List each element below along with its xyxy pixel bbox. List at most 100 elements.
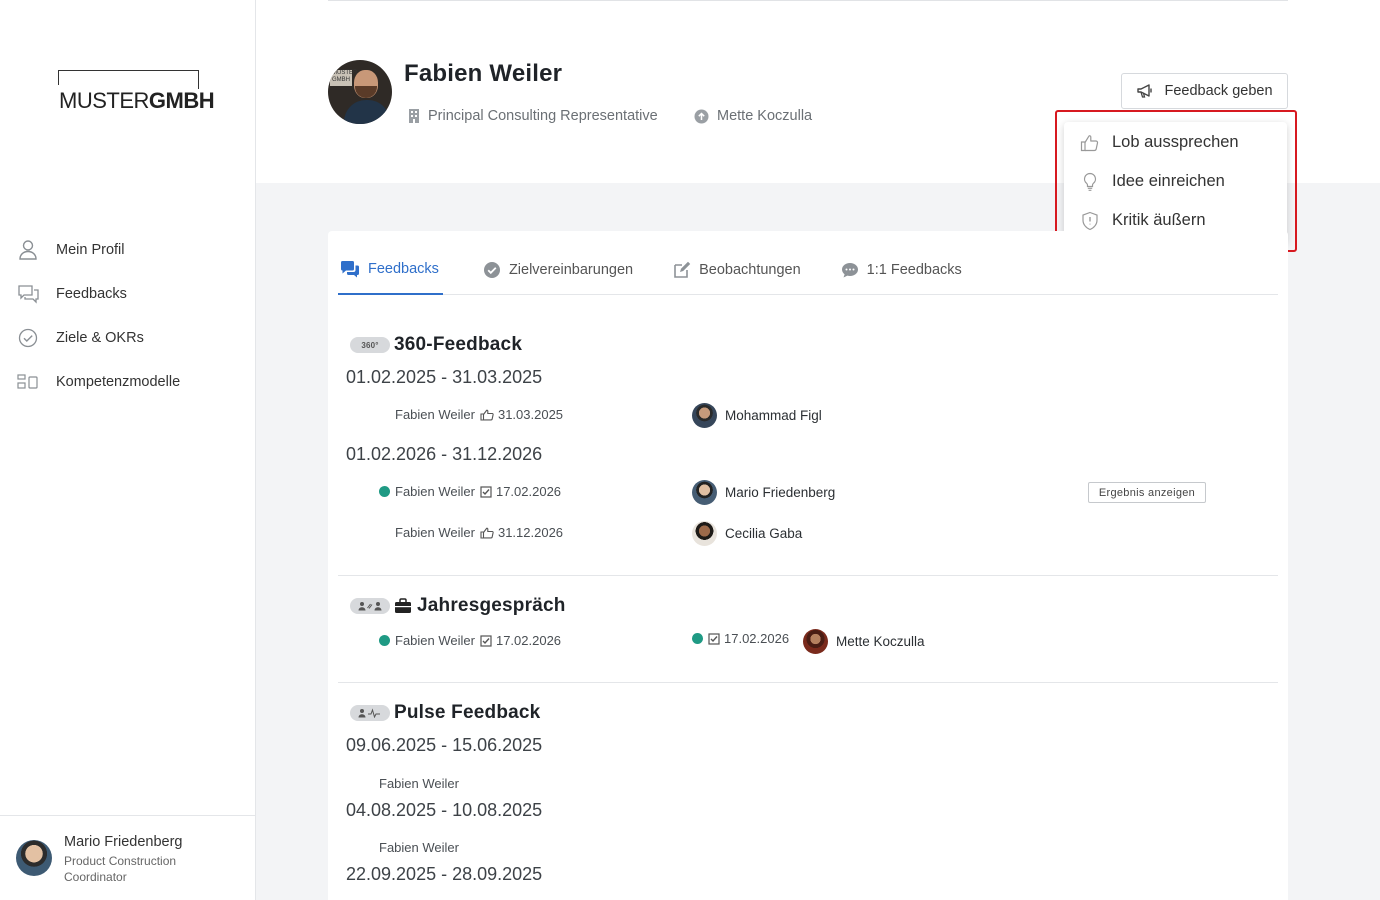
avatar <box>692 480 717 505</box>
reviewer[interactable]: Mette Koczulla <box>803 629 925 654</box>
tab-zielvereinbarungen[interactable]: Zielvereinbarungen <box>483 245 633 295</box>
entry-date: 17.02.2026 <box>495 633 562 648</box>
status-done-dot <box>379 486 390 497</box>
page-title: Fabien Weiler <box>404 60 563 87</box>
section-title-text: Jahresgespräch <box>417 595 566 616</box>
reviewer-name: Cecilia Gaba <box>725 526 803 541</box>
people-exchange-icon <box>350 598 390 614</box>
manager-label: Mette Koczulla <box>717 108 813 124</box>
sidebar-item-label: Kompetenzmodelle <box>56 374 181 390</box>
check-circle-icon <box>483 261 501 279</box>
status-done-dot <box>379 635 390 646</box>
tab-bar: Feedbacks Zielvereinbarungen Beobachtung… <box>338 245 1278 295</box>
ergebnis-anzeigen-button[interactable]: Ergebnis anzeigen <box>1088 482 1206 503</box>
position-info: Principal Consulting Representative <box>408 108 658 124</box>
section-title-text: Pulse Feedback <box>394 702 541 723</box>
entry-date: 31.12.2026 <box>497 525 564 540</box>
reviewer-name: Mario Friedenberg <box>725 485 836 500</box>
sidebar-item-label: Feedbacks <box>56 286 127 302</box>
entry-date: 17.02.2026 <box>495 484 562 499</box>
tab-beobachtungen[interactable]: Beobachtungen <box>673 245 801 295</box>
period-range: 01.02.2025 - 31.03.2025 <box>346 367 543 387</box>
sidebar-nav: Mein Profil Feedbacks Ziele & OKRs Kompe… <box>0 228 256 404</box>
tab-1-1-feedbacks[interactable]: 1:1 Feedbacks <box>841 245 962 295</box>
section-jahresgespraech: Jahresgespräch Fabien Weiler 17.02.2026 … <box>338 575 1278 682</box>
comment-dots-icon <box>841 261 859 279</box>
avatar <box>803 629 828 654</box>
section-title: Pulse Feedback <box>350 702 540 724</box>
feedback-card: Feedbacks Zielvereinbarungen Beobachtung… <box>328 231 1288 900</box>
section-title: 360° 360-Feedback <box>350 334 522 356</box>
subject-name: Fabien Weiler <box>395 633 475 648</box>
user-icon <box>17 239 39 261</box>
feedback-geben-button[interactable]: Feedback geben <box>1121 73 1288 109</box>
sidebar-item-ziele-okrs[interactable]: Ziele & OKRs <box>0 316 256 360</box>
current-user-name: Mario Friedenberg <box>64 834 183 850</box>
feedback-geben-label: Feedback geben <box>1164 83 1273 99</box>
entry-date: 17.02.2026 <box>724 631 790 646</box>
current-user-panel[interactable]: Mario Friedenberg Product Construction C… <box>0 815 256 900</box>
section-title-text: 360-Feedback <box>394 334 523 355</box>
chat-bubbles-icon <box>340 260 360 278</box>
sidebar-item-label: Mein Profil <box>56 242 125 258</box>
menu-item-lob-aussprechen[interactable]: Lob aussprechen <box>1064 123 1287 162</box>
360-badge-icon: 360° <box>350 337 390 353</box>
menu-item-label: Idee einreichen <box>1112 172 1225 190</box>
period-range: 04.08.2025 - 10.08.2025 <box>346 800 543 820</box>
checked-box-icon <box>480 485 492 498</box>
checked-box-icon <box>708 632 720 645</box>
logo-bold-text: GMBH <box>148 88 215 113</box>
feedback-entry[interactable]: Fabien Weiler 31.03.2025 <box>379 407 563 422</box>
period-range: 09.06.2025 - 15.06.2025 <box>346 735 543 755</box>
current-user-role: Product Construction Coordinator <box>64 854 177 884</box>
shield-icon <box>1080 211 1102 231</box>
pulse-icon <box>350 705 390 721</box>
briefcase-icon <box>394 598 412 614</box>
sidebar-item-mein-profil[interactable]: Mein Profil <box>0 228 256 272</box>
reviewer[interactable]: Cecilia Gaba <box>692 521 802 546</box>
avatar <box>16 840 52 876</box>
divider <box>328 0 1288 1</box>
avatar: MUSTER GMBH <box>328 60 392 124</box>
section-pulse-feedback: Pulse Feedback 09.06.2025 - 15.06.2025 F… <box>338 682 1278 900</box>
tab-feedbacks[interactable]: Feedbacks <box>338 245 443 295</box>
reviewer-name: Mette Koczulla <box>836 634 925 649</box>
feedback-dropdown-menu: Lob aussprechen Idee einreichen Kritik ä… <box>1064 122 1287 243</box>
manager-info[interactable]: Mette Koczulla <box>694 108 812 124</box>
reviewer-name: Mohammad Figl <box>725 408 822 423</box>
period-range: 01.02.2026 - 31.12.2026 <box>346 444 543 464</box>
sidebar-item-feedbacks[interactable]: Feedbacks <box>0 272 256 316</box>
tab-label: 1:1 Feedbacks <box>866 262 962 278</box>
entry-date: 31.03.2025 <box>497 407 564 422</box>
megaphone-icon <box>1136 83 1154 99</box>
feedback-entry[interactable]: Fabien Weiler 17.02.2026 <box>379 484 561 499</box>
tab-label: Beobachtungen <box>699 262 801 278</box>
subject-name: Fabien Weiler <box>395 484 475 499</box>
feedback-entry[interactable]: Fabien Weiler 31.12.2026 <box>379 525 563 540</box>
checked-box-icon <box>480 634 492 647</box>
model-icon <box>17 371 39 393</box>
chat-bubbles-icon <box>17 283 39 305</box>
status-done-dot <box>692 633 703 644</box>
arrow-up-circle-icon <box>694 109 709 124</box>
subject-name: Fabien Weiler <box>395 525 475 540</box>
avatar <box>692 403 717 428</box>
subject-name[interactable]: Fabien Weiler <box>379 776 459 791</box>
sidebar-item-label: Ziele & OKRs <box>56 330 144 346</box>
section-title: Jahresgespräch <box>350 595 566 617</box>
avatar <box>692 521 717 546</box>
sidebar-item-kompetenzmodelle[interactable]: Kompetenzmodelle <box>0 360 256 404</box>
company-logo[interactable]: MUSTERGMBH <box>57 70 217 115</box>
menu-item-label: Kritik äußern <box>1112 211 1206 229</box>
position-label: Principal Consulting Representative <box>428 108 658 124</box>
feedback-entry[interactable]: Fabien Weiler 17.02.2026 <box>379 633 561 648</box>
hand-point-icon <box>480 409 494 421</box>
reviewer[interactable]: Mohammad Figl <box>692 403 822 428</box>
sidebar: MUSTERGMBH Mein Profil Feedbacks Ziele &… <box>0 0 256 900</box>
subject-name[interactable]: Fabien Weiler <box>379 840 459 855</box>
period-range: 22.09.2025 - 28.09.2025 <box>346 864 543 884</box>
logo-light-text: MUSTER <box>59 88 149 113</box>
tab-label: Zielvereinbarungen <box>508 262 634 278</box>
menu-item-idee-einreichen[interactable]: Idee einreichen <box>1064 162 1287 201</box>
reviewer[interactable]: Mario Friedenberg <box>692 480 835 505</box>
